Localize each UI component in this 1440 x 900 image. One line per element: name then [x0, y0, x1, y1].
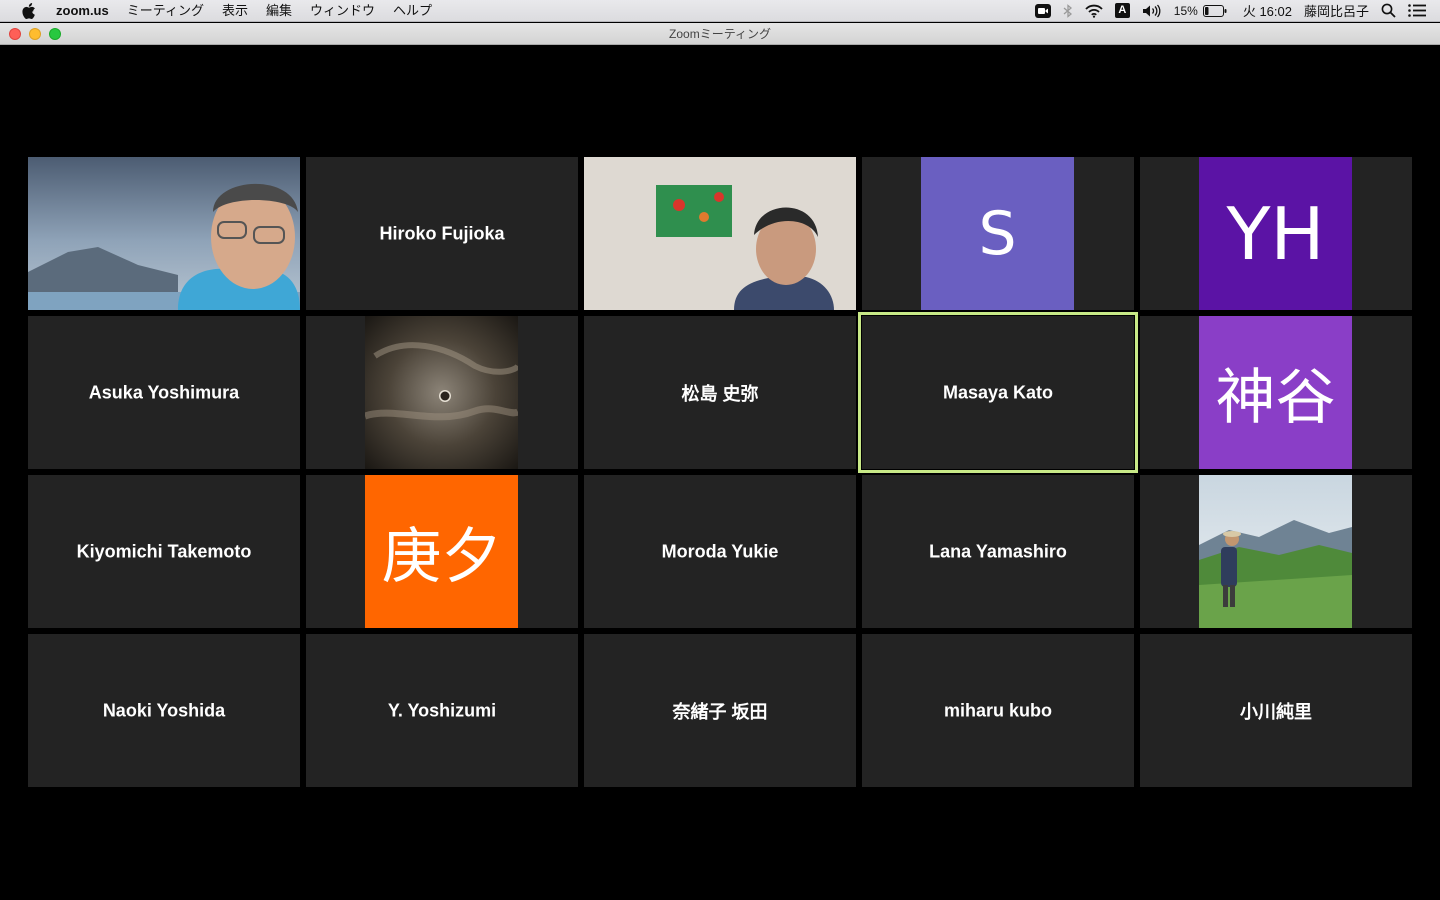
- user-name[interactable]: 藤岡比呂子: [1304, 1, 1369, 20]
- participant-tile[interactable]: YH: [1140, 157, 1412, 310]
- gallery-view: Hiroko Fujioka S YH Asuka Yoshimura 松島 史…: [0, 45, 1440, 900]
- notification-center-icon[interactable]: [1408, 4, 1426, 17]
- participant-avatar: YH: [1199, 157, 1352, 310]
- participant-name: miharu kubo: [943, 700, 1052, 720]
- menu-edit[interactable]: 編集: [257, 0, 301, 22]
- participant-tile[interactable]: Naoki Yoshida: [28, 634, 300, 787]
- apple-icon[interactable]: [18, 2, 40, 19]
- participant-tile[interactable]: Y. Yoshizumi: [306, 634, 578, 787]
- participant-video: [28, 157, 300, 310]
- participant-tile[interactable]: Lana Yamashiro: [862, 475, 1134, 628]
- bluetooth-icon[interactable]: [1063, 3, 1073, 18]
- menu-help[interactable]: ヘルプ: [384, 0, 441, 22]
- participant-tile[interactable]: miharu kubo: [862, 634, 1134, 787]
- zoom-status-icon[interactable]: [1034, 3, 1051, 18]
- participant-tile[interactable]: Hiroko Fujioka: [306, 157, 578, 310]
- clock[interactable]: 火 16:02: [1243, 1, 1292, 20]
- participant-name: Hiroko Fujioka: [379, 223, 505, 243]
- battery-icon[interactable]: [1202, 4, 1227, 17]
- participant-avatar: 神谷: [1199, 316, 1352, 469]
- active-speaker-tile[interactable]: Masaya Kato: [858, 312, 1138, 473]
- participant-tile[interactable]: 小川純里: [1140, 634, 1412, 787]
- window-title: Zoomミーティング: [669, 27, 771, 41]
- participant-photo: [1199, 475, 1352, 628]
- wifi-icon[interactable]: [1085, 4, 1103, 18]
- participant-name: Kiyomichi Takemoto: [76, 541, 252, 561]
- menu-window[interactable]: ウィンドウ: [301, 0, 384, 22]
- participant-name: 奈緒子 坂田: [672, 701, 768, 722]
- spotlight-search-icon[interactable]: [1381, 3, 1396, 18]
- participant-name: 小川純里: [1240, 701, 1312, 722]
- participant-tile[interactable]: [28, 157, 300, 310]
- menu-view[interactable]: 表示: [213, 0, 257, 22]
- participant-tile[interactable]: 庚夕: [306, 475, 578, 628]
- battery-percent: 15%: [1173, 3, 1198, 18]
- participant-tile[interactable]: 松島 史弥: [584, 316, 856, 469]
- participant-tile[interactable]: [1140, 475, 1412, 628]
- participant-tile[interactable]: 神谷: [1140, 316, 1412, 469]
- participant-name: Y. Yoshizumi: [387, 700, 497, 720]
- input-source-icon[interactable]: A: [1114, 3, 1130, 18]
- participant-video: [584, 157, 856, 310]
- participant-name: Naoki Yoshida: [102, 700, 226, 720]
- window-title-bar[interactable]: Zoomミーティング: [0, 23, 1440, 45]
- volume-icon[interactable]: [1142, 4, 1162, 18]
- participant-name: Lana Yamashiro: [929, 541, 1067, 561]
- participant-tile[interactable]: [306, 316, 578, 469]
- participant-name: Masaya Kato: [942, 382, 1054, 402]
- input-source-label: A: [1114, 3, 1130, 18]
- status-area: A 15% 火 16:02 藤岡比呂子: [1023, 0, 1440, 22]
- participant-tile[interactable]: [584, 157, 856, 310]
- participant-avatar: S: [921, 157, 1074, 310]
- participant-tile[interactable]: Moroda Yukie: [584, 475, 856, 628]
- participant-photo: [365, 316, 518, 469]
- participant-tile[interactable]: S: [862, 157, 1134, 310]
- menu-meeting[interactable]: ミーティング: [118, 0, 213, 22]
- menu-bar: zoom.us ミーティング 表示 編集 ウィンドウ ヘルプ A 15% 火 1…: [0, 0, 1440, 22]
- participant-tile[interactable]: Asuka Yoshimura: [28, 316, 300, 469]
- participant-name: 松島 史弥: [681, 383, 759, 404]
- participant-name: Moroda Yukie: [661, 541, 779, 561]
- menu-app-name[interactable]: zoom.us: [50, 0, 118, 22]
- participant-avatar: 庚夕: [365, 475, 518, 628]
- participant-tile[interactable]: Kiyomichi Takemoto: [28, 475, 300, 628]
- participant-name: Asuka Yoshimura: [88, 382, 240, 402]
- participant-tile[interactable]: 奈緒子 坂田: [584, 634, 856, 787]
